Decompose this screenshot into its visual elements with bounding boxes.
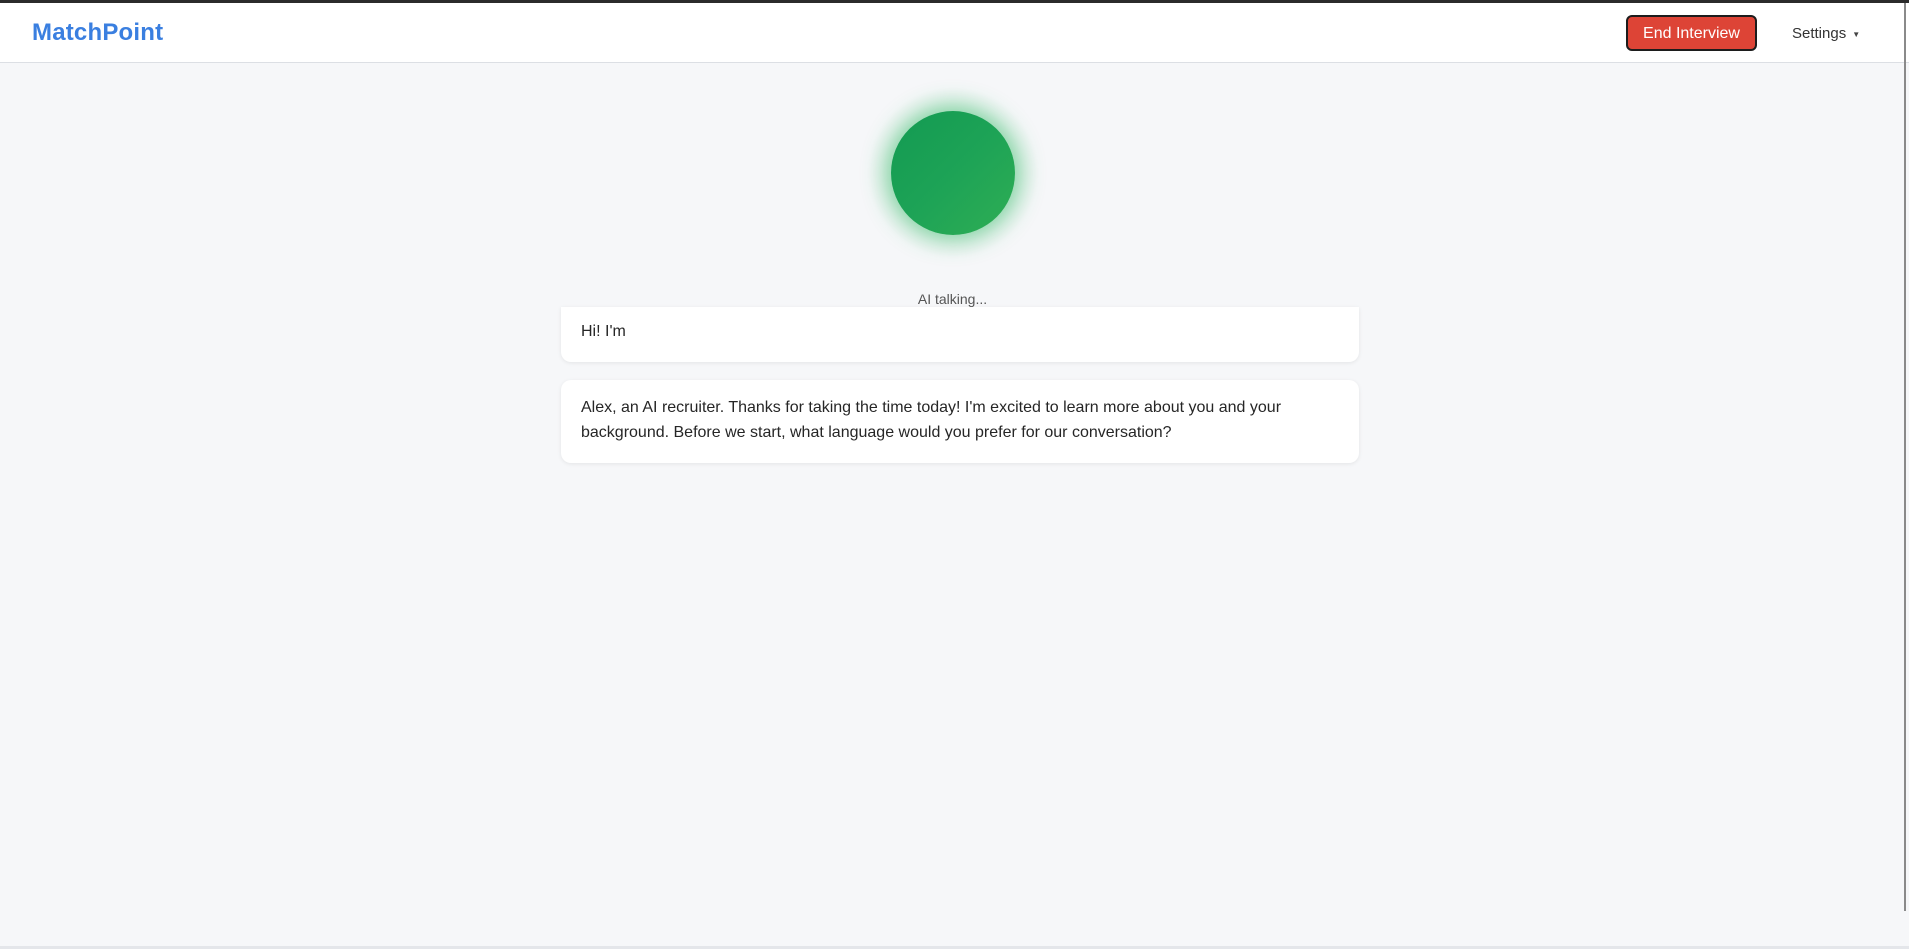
chat-message-text: Alex, an AI recruiter. Thanks for taking… — [581, 399, 1282, 441]
ai-status-text: AI talking... — [917, 291, 988, 307]
speaking-orb-icon — [891, 111, 1015, 235]
ai-speaking-orb — [858, 85, 1048, 260]
chat-message-text: Hi! I'm — [581, 323, 626, 340]
chat-message: Alex, an AI recruiter. Thanks for taking… — [561, 380, 1359, 463]
settings-label: Settings — [1792, 25, 1847, 42]
chat-message: Hi! I'm — [561, 307, 1359, 362]
top-navbar: MatchPoint End Interview Settings ▼ — [0, 3, 1909, 63]
brand-logo[interactable]: MatchPoint — [32, 19, 163, 47]
chevron-down-icon: ▼ — [1852, 29, 1861, 39]
settings-dropdown[interactable]: Settings ▼ — [1792, 25, 1860, 42]
end-interview-button[interactable]: End Interview — [1626, 15, 1757, 51]
window-scrollbar[interactable] — [1904, 3, 1906, 911]
